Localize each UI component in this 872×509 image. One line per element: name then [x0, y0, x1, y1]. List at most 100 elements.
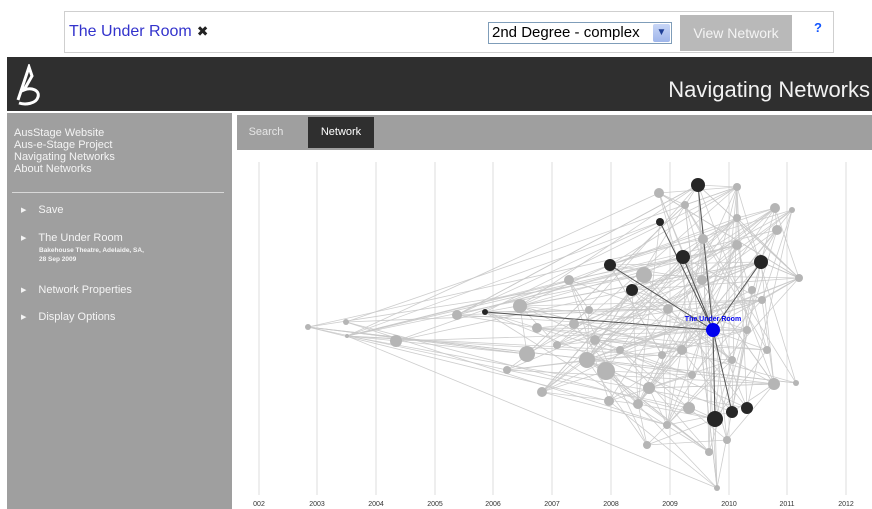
graph-node — [707, 411, 723, 427]
graph-node — [590, 335, 600, 345]
graph-node — [519, 346, 535, 362]
network-graph[interactable]: 002 2003 2004 2005 2006 2007 2008 2009 2010 2011 2… — [237, 150, 872, 509]
graph-node — [677, 345, 687, 355]
sidebar: AusStage Website Aus-e-Stage Project Nav… — [7, 113, 232, 509]
year-label: 2007 — [544, 501, 560, 508]
year-label: 2009 — [662, 501, 678, 508]
ausstage-logo-icon[interactable] — [13, 64, 47, 106]
graph-node — [698, 234, 708, 244]
graph-node — [643, 382, 655, 394]
tab-search[interactable]: Search — [243, 117, 289, 148]
graph-node — [633, 399, 643, 409]
graph-node — [714, 485, 720, 491]
year-label: 2003 — [309, 501, 325, 508]
sidebar-item-display-options[interactable]: ▶ Display Options — [21, 311, 115, 323]
year-axis-labels: 002 2003 2004 2005 2006 2007 2008 2009 2010 2011 2… — [253, 501, 854, 508]
graph-node — [705, 448, 713, 456]
graph-edge — [731, 329, 748, 413]
year-label: 2012 — [838, 501, 854, 508]
sidebar-item-label: The Under Room — [38, 232, 123, 244]
graph-node — [663, 421, 671, 429]
graph-edge — [605, 370, 718, 489]
year-label: 2010 — [721, 501, 737, 508]
graph-node — [728, 356, 736, 364]
year-label: 2006 — [485, 501, 501, 508]
graph-node — [732, 240, 742, 250]
remove-event-icon[interactable]: ✖ — [197, 23, 209, 39]
graph-edge — [307, 274, 645, 328]
graph-node — [663, 304, 673, 314]
sidebar-link-ausstage-website[interactable]: AusStage Website — [7, 127, 115, 139]
graph-node — [793, 380, 799, 386]
sidebar-link-aus-e-stage-project[interactable]: Aus-e-Stage Project — [7, 139, 115, 151]
graph-node — [726, 406, 738, 418]
graph-node — [553, 341, 561, 349]
graph-node — [733, 183, 741, 191]
sidebar-item-label: Network Properties — [38, 284, 132, 296]
sidebar-links: AusStage Website Aus-e-Stage Project Nav… — [7, 127, 115, 175]
focus-node — [706, 323, 720, 337]
graph-edge — [345, 308, 669, 323]
graph-node — [452, 310, 462, 320]
expand-triangle-icon: ▶ — [21, 287, 27, 294]
sidebar-item-save[interactable]: ▶ Save — [21, 204, 63, 216]
graph-node — [482, 309, 488, 315]
help-icon[interactable]: ? — [814, 20, 822, 35]
sidebar-item-label: Save — [38, 204, 64, 216]
graph-node — [676, 250, 690, 264]
year-label: 2011 — [779, 501, 794, 508]
graph-node — [754, 255, 768, 269]
graph-node — [643, 441, 651, 449]
graph-edge — [307, 326, 610, 402]
year-label: 2005 — [427, 501, 443, 508]
selected-event-label: The Under Room — [69, 23, 192, 40]
event-venue-text: Bakehouse Theatre, Adelaide, SA, — [39, 247, 144, 254]
network-search-bar: The Under Room ✖ 2nd Degree - complex ▼ V… — [64, 11, 834, 53]
graph-node — [658, 351, 666, 359]
graph-node — [688, 371, 696, 379]
event-date-text: 28 Sep 2009 — [39, 256, 77, 263]
view-tabs: Search Network — [237, 115, 872, 150]
graph-node — [579, 352, 595, 368]
sidebar-link-about-networks[interactable]: About Networks — [7, 163, 115, 175]
graph-edge — [608, 329, 714, 402]
graph-edge — [541, 391, 668, 426]
graph-node — [733, 214, 741, 222]
graph-node — [604, 396, 614, 406]
graph-node — [758, 296, 766, 304]
graph-node — [795, 274, 803, 282]
sidebar-item-event[interactable]: ▶ The Under Room Bakehouse Theatre, Adela… — [21, 232, 144, 264]
degree-select[interactable]: 2nd Degree - complex ▼ — [488, 22, 672, 44]
view-network-button[interactable]: View Network — [680, 15, 792, 51]
degree-select-value: 2nd Degree - complex — [492, 24, 640, 41]
tab-network[interactable]: Network — [308, 117, 374, 148]
graph-node — [616, 346, 624, 354]
graph-node — [626, 284, 638, 296]
graph-edge — [519, 264, 611, 307]
graph-node — [513, 299, 527, 313]
graph-edge — [307, 326, 508, 371]
graph-node — [636, 267, 652, 283]
sidebar-item-label: Display Options — [38, 311, 116, 323]
sidebar-link-navigating-networks[interactable]: Navigating Networks — [7, 151, 115, 163]
graph-node — [763, 346, 771, 354]
site-header: Navigating Networks — [7, 57, 872, 111]
graph-edge — [541, 391, 639, 405]
selected-event-token[interactable]: The Under Room ✖ — [69, 23, 208, 41]
expand-triangle-icon: ▶ — [21, 235, 27, 242]
graph-node — [585, 306, 593, 314]
graph-node — [768, 378, 780, 390]
year-label: 002 — [253, 501, 265, 508]
graph-node — [564, 275, 574, 285]
graph-node — [691, 178, 705, 192]
chevron-down-icon[interactable]: ▼ — [653, 24, 670, 42]
sidebar-divider — [12, 192, 224, 193]
graph-node — [741, 402, 753, 414]
sidebar-item-network-properties[interactable]: ▶ Network Properties — [21, 284, 132, 296]
graph-node — [748, 286, 756, 294]
graph-node — [569, 319, 579, 329]
graph-node — [390, 335, 402, 347]
graph-node — [772, 225, 782, 235]
graph-node — [537, 387, 547, 397]
expand-triangle-icon: ▶ — [21, 207, 27, 214]
